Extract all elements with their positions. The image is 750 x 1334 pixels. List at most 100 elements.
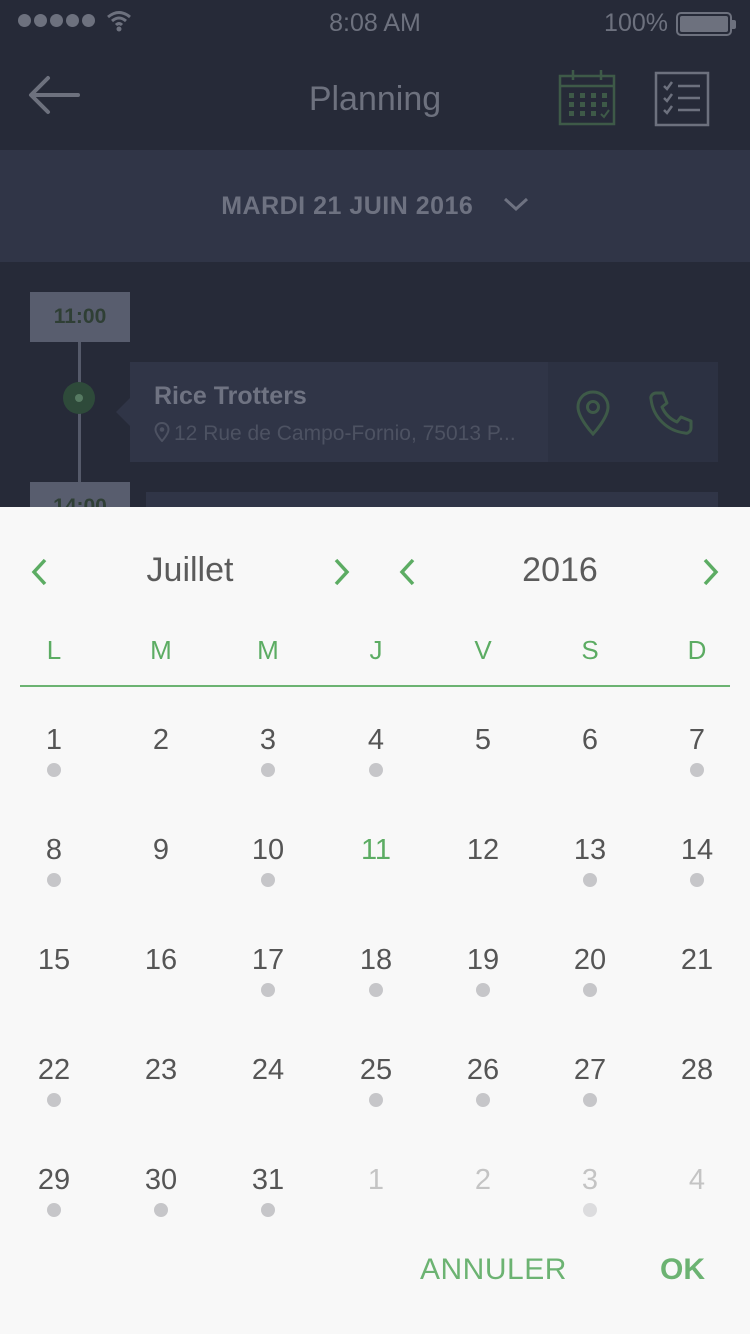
day-cell[interactable]: 28: [657, 1053, 737, 1133]
day-cell[interactable]: 23: [121, 1053, 201, 1133]
event-card[interactable]: Rice Trotters 12 Rue de Campo-Fornio, 75…: [116, 362, 718, 462]
event-indicator-dot: [47, 763, 61, 777]
day-cell[interactable]: 1: [336, 1163, 416, 1243]
day-cell[interactable]: 6: [550, 723, 630, 803]
event-indicator-dot: [369, 983, 383, 997]
weekday-label: M: [257, 635, 279, 665]
day-number: 24: [251, 1054, 285, 1086]
day-cell[interactable]: 9: [121, 833, 201, 913]
chevron-left-icon: [399, 558, 415, 586]
day-cell[interactable]: 10: [228, 833, 308, 913]
weekday-label: S: [581, 635, 599, 665]
day-number: 12: [466, 834, 500, 866]
event-indicator-dot: [47, 1093, 61, 1107]
chevron-right-icon: [703, 558, 719, 586]
next-year-button[interactable]: [696, 557, 726, 587]
selected-date-label: MARDI 21 JUIN 2016: [221, 192, 474, 220]
day-number: 4: [688, 1164, 706, 1196]
day-cell[interactable]: 7: [657, 723, 737, 803]
day-cell[interactable]: 19: [443, 943, 523, 1023]
page-title: Planning: [308, 80, 442, 118]
year-label: 2016: [522, 551, 598, 589]
day-cell[interactable]: 31: [228, 1163, 308, 1243]
day-number: 3: [259, 724, 277, 756]
day-cell[interactable]: 12: [443, 833, 523, 913]
checklist-icon: [654, 71, 710, 127]
battery-icon: [676, 12, 736, 36]
nav-bar: Planning: [0, 46, 750, 150]
day-cell[interactable]: 8: [14, 833, 94, 913]
event-indicator-dot: [369, 763, 383, 777]
day-number: 8: [45, 834, 63, 866]
event-indicator-dot: [261, 763, 275, 777]
day-number: 5: [474, 724, 492, 756]
day-cell[interactable]: 20: [550, 943, 630, 1023]
day-cell[interactable]: 24: [228, 1053, 308, 1133]
day-number: 25: [359, 1054, 393, 1086]
day-number: 1: [367, 1164, 385, 1196]
event-indicator-dot: [583, 873, 597, 887]
day-number: 22: [37, 1054, 71, 1086]
calendar-view-button[interactable]: [558, 68, 616, 131]
day-cell[interactable]: 2: [121, 723, 201, 803]
day-cell[interactable]: 3: [228, 723, 308, 803]
day-number: 17: [251, 944, 285, 976]
day-cell[interactable]: 5: [443, 723, 523, 803]
map-button[interactable]: [574, 390, 612, 441]
day-number: 11: [360, 834, 392, 866]
day-cell[interactable]: 13: [550, 833, 630, 913]
date-selector[interactable]: MARDI 21 JUIN 2016: [0, 150, 750, 262]
day-number: 19: [466, 944, 500, 976]
event-indicator-dot: [476, 983, 490, 997]
event-address: 12 Rue de Campo-Fornio, 75013 P...: [174, 422, 516, 445]
day-cell[interactable]: 4: [657, 1163, 737, 1243]
day-number: 4: [367, 724, 385, 756]
day-cell-today[interactable]: 11: [336, 833, 416, 913]
day-number: 2: [474, 1164, 492, 1196]
weekday-label: M: [150, 635, 172, 665]
day-cell[interactable]: 1: [14, 723, 94, 803]
event-indicator-dot: [583, 983, 597, 997]
day-cell[interactable]: 21: [657, 943, 737, 1023]
divider: [20, 685, 730, 687]
day-number: 31: [251, 1164, 285, 1196]
day-cell[interactable]: 14: [657, 833, 737, 913]
day-cell[interactable]: 15: [14, 943, 94, 1023]
day-number: 20: [573, 944, 607, 976]
checklist-view-button[interactable]: [654, 71, 710, 132]
day-number: 9: [152, 834, 170, 866]
prev-year-button[interactable]: [392, 557, 422, 587]
event-indicator-dot: [261, 1203, 275, 1217]
day-number: 6: [581, 724, 599, 756]
day-cell[interactable]: 2: [443, 1163, 523, 1243]
chevron-down-icon: [503, 198, 528, 212]
ok-button[interactable]: OK: [660, 1253, 705, 1287]
day-number: 23: [144, 1054, 178, 1086]
day-cell[interactable]: 27: [550, 1053, 630, 1133]
day-cell[interactable]: 3: [550, 1163, 630, 1243]
day-cell[interactable]: 17: [228, 943, 308, 1023]
cancel-button[interactable]: ANNULER: [420, 1253, 567, 1287]
date-picker-sheet: Juillet 2016 L M M J V S D 1 2 3 4 5 6 7 8 9 10 11…: [0, 507, 750, 1334]
day-number: 2: [152, 724, 170, 756]
event-name: Rice Trotters: [154, 382, 307, 410]
day-cell[interactable]: 4: [336, 723, 416, 803]
status-bar: 8:08 AM 100%: [0, 0, 750, 46]
timeline-dot: [63, 382, 95, 414]
event-indicator-dot: [261, 873, 275, 887]
day-number: 26: [466, 1054, 500, 1086]
prev-month-button[interactable]: [24, 557, 54, 587]
day-cell[interactable]: 26: [443, 1053, 523, 1133]
event-indicator-dot: [690, 763, 704, 777]
day-cell[interactable]: 29: [14, 1163, 94, 1243]
day-cell[interactable]: 16: [121, 943, 201, 1023]
day-cell[interactable]: 30: [121, 1163, 201, 1243]
event-indicator-dot: [690, 873, 704, 887]
next-month-button[interactable]: [327, 557, 357, 587]
day-cell[interactable]: 25: [336, 1053, 416, 1133]
day-cell[interactable]: 22: [14, 1053, 94, 1133]
time-badge: 11:00: [30, 292, 130, 342]
weekday-label: J: [369, 635, 383, 665]
day-cell[interactable]: 18: [336, 943, 416, 1023]
call-button[interactable]: [648, 390, 694, 441]
